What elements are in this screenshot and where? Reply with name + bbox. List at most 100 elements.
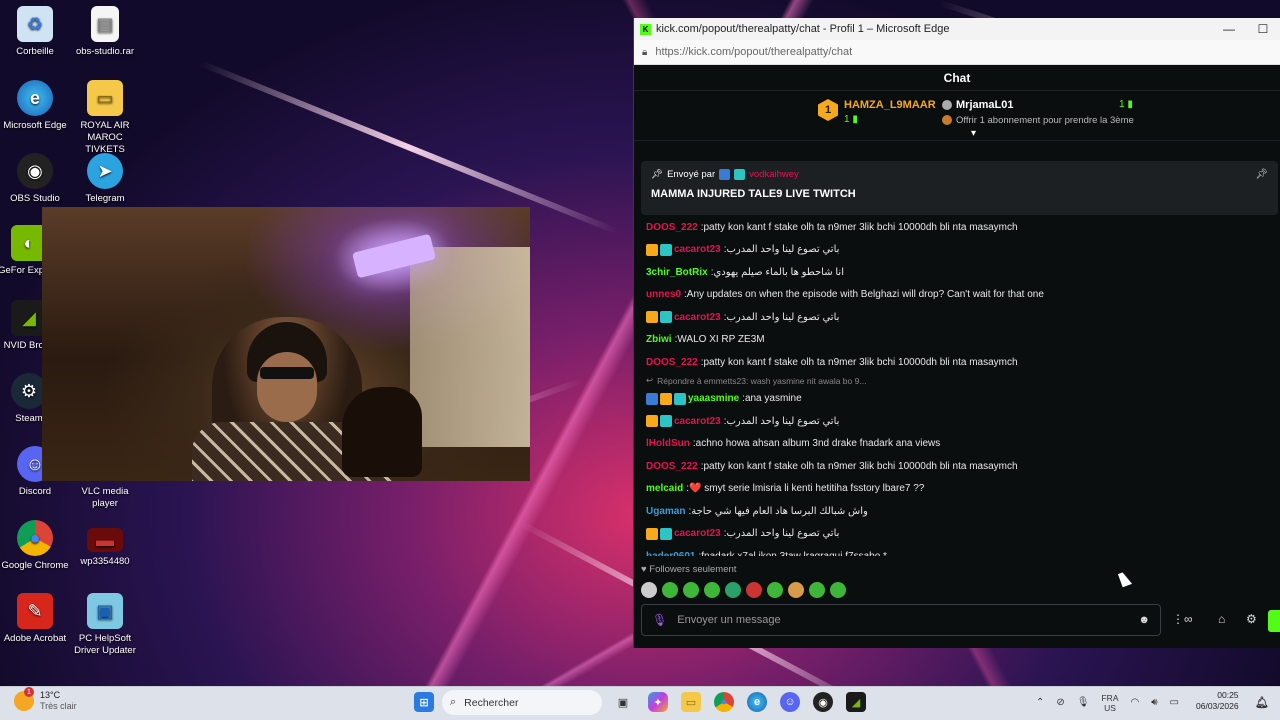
desktop-icon-telegram[interactable]: ➤ Telegram bbox=[68, 153, 142, 205]
webcam-overlay bbox=[42, 207, 530, 481]
chat-username[interactable]: cacarot23 bbox=[674, 416, 721, 427]
wifi-icon[interactable]: ◠ bbox=[1130, 697, 1139, 708]
chat-username[interactable]: Ugaman bbox=[646, 506, 685, 517]
microphone-icon[interactable]: 🎙︎ bbox=[652, 613, 667, 627]
chrome-taskbar-icon[interactable]: ● bbox=[714, 692, 734, 712]
maximize-button[interactable]: ☐ bbox=[1246, 22, 1280, 36]
taskbar-search[interactable]: ⌕ Rechercher bbox=[442, 690, 602, 715]
volume-icon[interactable]: 🔊︎ bbox=[1151, 697, 1157, 708]
chat-message[interactable]: Ugaman: واش شبالك البرسا هاد العام فيها … bbox=[646, 500, 1266, 523]
emote-icon[interactable] bbox=[788, 582, 804, 598]
user-badge-icon bbox=[660, 243, 672, 256]
emote-icon[interactable] bbox=[683, 582, 699, 598]
chat-message[interactable]: DOOS_222: patty kon kant f stake olh ta … bbox=[646, 351, 1266, 374]
desktop-icon-ram-tickets[interactable]: ▭ ROYAL AIR MAROC TIVKETS bbox=[68, 80, 142, 156]
start-windows-icon[interactable]: ⊞ bbox=[414, 692, 434, 712]
language-indicator[interactable]: FRA US bbox=[1101, 693, 1118, 713]
file-explorer-icon[interactable]: ▭ bbox=[681, 692, 701, 712]
emote-icon[interactable] bbox=[830, 582, 846, 598]
chat-username[interactable]: cacarot23 bbox=[674, 244, 721, 255]
network-off-icon[interactable]: ⊘ bbox=[1056, 697, 1064, 708]
clock[interactable]: 00:25 06/03/2026 bbox=[1196, 690, 1239, 712]
chat-username[interactable]: DOOS_222 bbox=[646, 222, 698, 233]
chat-message[interactable]: melcaid: ❤️ smyt serie lmisria li kenti … bbox=[646, 478, 1266, 501]
chat-username[interactable]: melcaid bbox=[646, 483, 683, 494]
gift-icon bbox=[942, 115, 952, 125]
chat-message[interactable]: DOOS_222: patty kon kant f stake olh ta … bbox=[646, 455, 1266, 478]
microphone-tray-icon[interactable]: 🎙︎ bbox=[1077, 697, 1090, 708]
chat-message[interactable]: yaaasmine: ana yasmine bbox=[646, 388, 1266, 411]
chat-username[interactable]: Zbiwi bbox=[646, 334, 672, 345]
show-hidden-icons-icon[interactable]: ⌃ bbox=[1036, 697, 1044, 708]
chat-username[interactable]: lHoldSun bbox=[646, 438, 690, 449]
task-view-icon[interactable]: ▣ bbox=[613, 692, 633, 712]
weather-alert-badge: 1 bbox=[24, 687, 34, 697]
emoji-picker-icon[interactable]: ☻ bbox=[1138, 614, 1150, 626]
gift-offer-text[interactable]: Offrir 1 abonnement pour prendre la 3ème bbox=[956, 115, 1134, 126]
chat-username[interactable]: yaaasmine bbox=[688, 393, 739, 404]
emote-icon[interactable] bbox=[809, 582, 825, 598]
store-icon[interactable]: ⌂ bbox=[1218, 612, 1225, 626]
chat-username[interactable]: DOOS_222 bbox=[646, 357, 698, 368]
send-button[interactable] bbox=[1268, 610, 1280, 632]
search-placeholder: Rechercher bbox=[464, 696, 519, 709]
desktop-icon-obs-rar[interactable]: ▤ obs-studio.rar bbox=[68, 6, 142, 58]
chat-username[interactable]: cacarot23 bbox=[674, 528, 721, 539]
emote-icon[interactable] bbox=[641, 582, 657, 598]
chat-message-text: ❤️ smyt serie lmisria li kenti hetitiha … bbox=[689, 483, 925, 495]
desktop-icon-chrome[interactable]: ● Google Chrome bbox=[0, 520, 72, 572]
discord-taskbar-icon[interactable]: ☺ bbox=[780, 692, 800, 712]
emote-icon[interactable] bbox=[725, 582, 741, 598]
leader-first-name[interactable]: HAMZA_L9MAAR bbox=[844, 99, 936, 111]
battery-icon[interactable]: ▭ bbox=[1170, 697, 1179, 708]
chat-message[interactable]: Zbiwi: WALO XI RP ZE3M bbox=[646, 329, 1266, 352]
unpin-icon[interactable]: 📌︎ bbox=[1255, 169, 1268, 180]
chat-message[interactable]: cacarot23: باتي تصوع لينا واحد المدرب bbox=[646, 306, 1266, 329]
chat-message[interactable]: cacarot23: باتي تصوع لينا واحد المدرب bbox=[646, 523, 1266, 546]
chat-message[interactable]: 3chir_BotRix: انا شاحطو ها بالماء صيلم ي… bbox=[646, 261, 1266, 284]
reply-context[interactable]: ↩ Répondre à emmetts23: wash yasmine nit… bbox=[646, 374, 1266, 388]
kick-logo-icon: K bbox=[640, 23, 651, 35]
chat-username[interactable]: unnes0 bbox=[646, 289, 681, 300]
chat-username[interactable]: 3chir_BotRix bbox=[646, 267, 708, 278]
weather-widget[interactable]: 1 13°C Très clair bbox=[14, 687, 77, 712]
chat-input-box[interactable]: 🎙︎ ☻ bbox=[641, 604, 1161, 636]
chrome-icon: ● bbox=[17, 520, 53, 556]
window-title: kick.com/popout/therealpatty/chat - Prof… bbox=[656, 23, 950, 35]
desktop-icon-edge[interactable]: e Microsoft Edge bbox=[0, 80, 72, 132]
gift-subs-icon[interactable]: ⋮∞ bbox=[1172, 612, 1193, 626]
minimize-button[interactable]: — bbox=[1212, 22, 1246, 36]
obs-taskbar-icon[interactable]: ◉ bbox=[813, 692, 833, 712]
chat-message[interactable]: bader0601: fnadark x7al ikon 3taw lragra… bbox=[646, 545, 1266, 556]
chat-message[interactable]: DOOS_222: patty kon kant f stake olh ta … bbox=[646, 216, 1266, 239]
nvidia-taskbar-icon[interactable]: ◢ bbox=[846, 692, 866, 712]
chat-message[interactable]: cacarot23: باتي تصوع لينا واحد المدرب bbox=[646, 410, 1266, 433]
obs-icon: ◉ bbox=[17, 153, 53, 189]
notification-icon[interactable]: 🔔︎ bbox=[1252, 692, 1272, 712]
message-input[interactable] bbox=[677, 614, 1139, 626]
copilot-icon[interactable]: ✦ bbox=[648, 692, 668, 712]
settings-icon[interactable]: ⚙ bbox=[1246, 612, 1257, 626]
desktop-icon-wallpaper-file[interactable]: ▬ wp3354480 bbox=[68, 520, 142, 568]
desktop-icon-pc-helpsoft[interactable]: ▣ PC HelpSoft Driver Updater bbox=[68, 593, 142, 657]
lock-icon: 🔒︎ bbox=[642, 46, 648, 58]
emote-icon[interactable] bbox=[746, 582, 762, 598]
chat-username[interactable]: cacarot23 bbox=[674, 312, 721, 323]
chat-message[interactable]: unnes0: Any updates on when the episode … bbox=[646, 284, 1266, 307]
chat-username[interactable]: DOOS_222 bbox=[646, 461, 698, 472]
edge-taskbar-icon[interactable]: e bbox=[747, 692, 767, 712]
chat-username[interactable]: bader0601 bbox=[646, 551, 695, 556]
chat-message[interactable]: lHoldSun: achno howa ahsan album 3nd dra… bbox=[646, 433, 1266, 456]
desktop-icon-acrobat[interactable]: ✎ Adobe Acrobat bbox=[0, 593, 72, 645]
emote-icon[interactable] bbox=[662, 582, 678, 598]
title-bar[interactable]: K kick.com/popout/therealpatty/chat - Pr… bbox=[634, 18, 1280, 40]
address-bar[interactable]: 🔒︎ https://kick.com/popout/therealpatty/… bbox=[634, 40, 1280, 65]
pinned-user[interactable]: vodkaihwey bbox=[749, 169, 799, 180]
desktop-icon-recycle-bin[interactable]: ♻ Corbeille bbox=[0, 6, 72, 58]
chat-message[interactable]: cacarot23: باتي تصوع لينا واحد المدرب bbox=[646, 239, 1266, 262]
emote-icon[interactable] bbox=[767, 582, 783, 598]
collapse-icon[interactable]: ▾ bbox=[971, 128, 976, 139]
desktop-icon-obs[interactable]: ◉ OBS Studio bbox=[0, 153, 72, 205]
emote-icon[interactable] bbox=[704, 582, 720, 598]
leader-second-name[interactable]: MrjamaL01 bbox=[956, 99, 1013, 111]
